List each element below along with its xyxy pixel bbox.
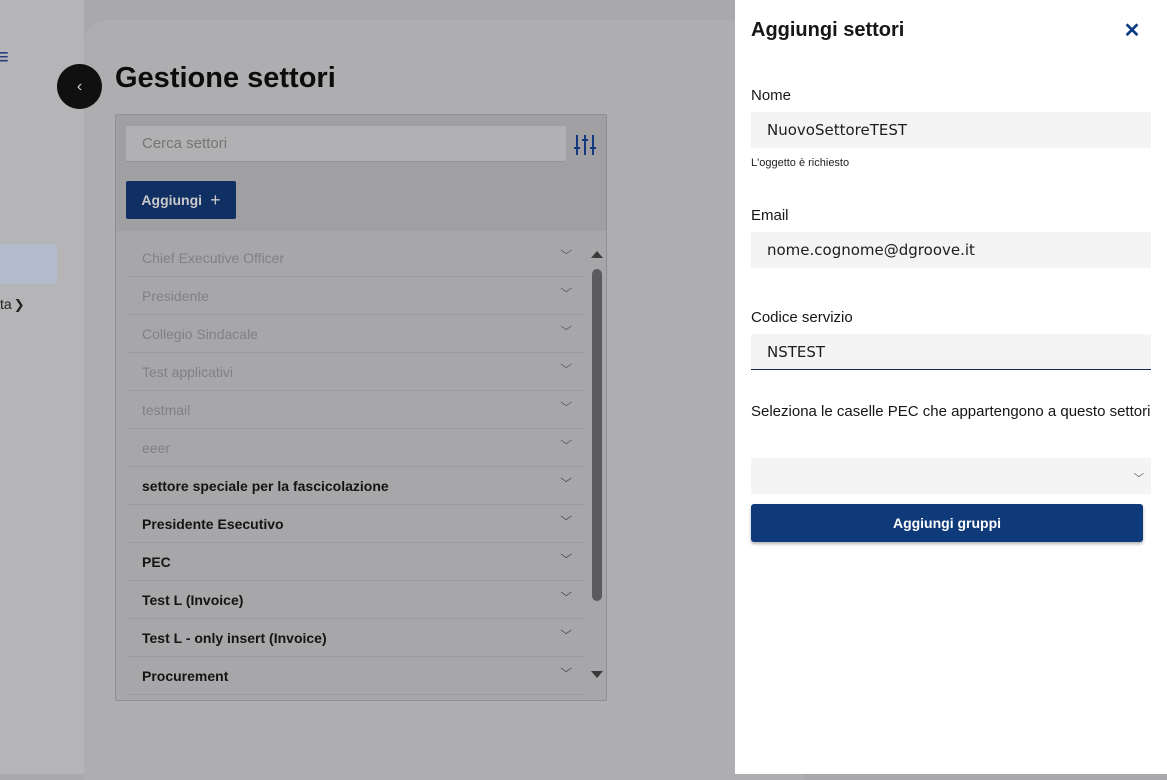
service-code-input[interactable] xyxy=(751,334,1151,369)
chevron-down-icon[interactable]: ⌵ xyxy=(560,245,572,258)
sector-row-label: Test applicativi xyxy=(142,363,234,380)
chevron-down-icon[interactable]: ⌵ xyxy=(560,473,572,486)
service-code-field[interactable] xyxy=(751,334,1151,370)
search-field[interactable] xyxy=(126,126,566,162)
email-label: Email xyxy=(751,207,789,224)
sector-row-label: Procurement xyxy=(142,667,229,684)
sector-row[interactable]: Test L (Invoice) ⌵ xyxy=(126,581,584,619)
name-helper-text: L'oggetto è richiesto xyxy=(751,157,850,169)
chevron-down-icon[interactable]: ⌵ xyxy=(560,625,572,638)
sector-row[interactable]: Chief Executive Officer ⌵ xyxy=(126,239,584,277)
email-field[interactable] xyxy=(751,232,1151,268)
plus-icon: + xyxy=(210,189,221,210)
sector-row[interactable]: Collegio Sindacale ⌵ xyxy=(126,315,584,353)
sector-row[interactable]: Presidente ⌵ xyxy=(126,277,584,315)
chevron-down-icon[interactable]: ⌵ xyxy=(560,283,572,296)
sector-row-label: Collegio Sindacale xyxy=(142,325,258,342)
sector-row-label: Chief Executive Officer xyxy=(142,249,285,266)
sector-row-label: Presidente Esecutivo xyxy=(142,515,284,532)
sector-row[interactable]: Test applicativi ⌵ xyxy=(126,353,584,391)
chevron-left-icon: ‹ xyxy=(76,77,83,95)
chevron-down-icon[interactable]: ⌵ xyxy=(560,359,572,372)
service-code-label: Codice servizio xyxy=(751,309,853,326)
page-title: Gestione settori xyxy=(115,62,336,94)
sector-row[interactable]: PEC ⌵ xyxy=(126,543,584,581)
name-field[interactable] xyxy=(751,112,1151,148)
add-groups-button[interactable]: Aggiungi gruppi xyxy=(751,504,1143,542)
chevron-down-icon[interactable]: ⌵ xyxy=(560,397,572,410)
name-input[interactable] xyxy=(751,112,1151,148)
chevron-right-icon: ❯ xyxy=(13,297,25,312)
pec-select-label: Seleziona le caselle PEC che appartengon… xyxy=(751,403,1151,420)
sector-row-label: testmail xyxy=(142,401,191,418)
chevron-down-icon[interactable]: ⌵ xyxy=(560,663,572,676)
sidebar-item[interactable]: ta ❯ xyxy=(0,296,25,313)
chevron-down-icon: ⌵ xyxy=(1133,469,1145,480)
name-label: Nome xyxy=(751,87,792,104)
email-input[interactable] xyxy=(751,232,1151,268)
add-sector-button[interactable]: Aggiungi + xyxy=(126,181,236,219)
scroll-down-arrow-icon[interactable] xyxy=(591,671,603,678)
sector-row-label: Test L (Invoice) xyxy=(142,591,244,608)
chevron-down-icon[interactable]: ⌵ xyxy=(560,435,572,448)
scrollbar-thumb[interactable] xyxy=(592,269,602,601)
sector-row-label: PEC xyxy=(142,553,171,570)
close-icon[interactable]: ✕ xyxy=(1122,20,1142,42)
sector-row[interactable]: testmail ⌵ xyxy=(126,391,584,429)
sidebar-active-item[interactable] xyxy=(0,244,57,284)
chevron-down-icon[interactable]: ⌵ xyxy=(560,549,572,562)
sidebar-item-label: ta xyxy=(0,296,12,312)
filter-sliders-icon[interactable] xyxy=(573,133,597,157)
sector-row[interactable]: Procurement ⌵ xyxy=(126,657,584,695)
chevron-down-icon[interactable]: ⌵ xyxy=(560,587,572,600)
sector-row-label: Presidente xyxy=(142,287,209,304)
left-sidebar: ≡ ta ❯ xyxy=(0,0,84,774)
sector-row[interactable]: Presidente Esecutivo ⌵ xyxy=(126,505,584,543)
sector-row[interactable]: Test L - only insert (Invoice) ⌵ xyxy=(126,619,584,657)
chevron-down-icon[interactable]: ⌵ xyxy=(560,321,572,334)
search-input[interactable] xyxy=(126,126,566,161)
add-button-label: Aggiungi xyxy=(141,192,203,208)
chevron-down-icon[interactable]: ⌵ xyxy=(560,511,572,524)
sector-row[interactable]: settore speciale per la fascicolazione ⌵ xyxy=(126,467,584,505)
sectors-panel: Aggiungi + Chief Executive Officer⌵Presi… xyxy=(115,114,607,701)
pec-select[interactable]: ⌵ xyxy=(751,458,1151,494)
sector-list: Chief Executive Officer ⌵ Presidente ⌵ Colle… xyxy=(126,239,584,695)
sector-row[interactable]: eeer ⌵ xyxy=(126,429,584,467)
drawer-title: Aggiungi settori xyxy=(751,19,905,41)
sector-row-label: Test L - only insert (Invoice) xyxy=(142,629,327,646)
sector-row-label: eeer xyxy=(142,439,171,456)
back-button[interactable]: ‹ xyxy=(57,64,102,109)
add-sector-drawer: Aggiungi settori ✕ Nome L'oggetto è rich… xyxy=(735,0,1167,774)
scroll-up-arrow-icon[interactable] xyxy=(591,251,603,258)
menu-icon[interactable]: ≡ xyxy=(0,44,9,70)
sector-row-label: settore speciale per la fascicolazione xyxy=(142,477,389,494)
